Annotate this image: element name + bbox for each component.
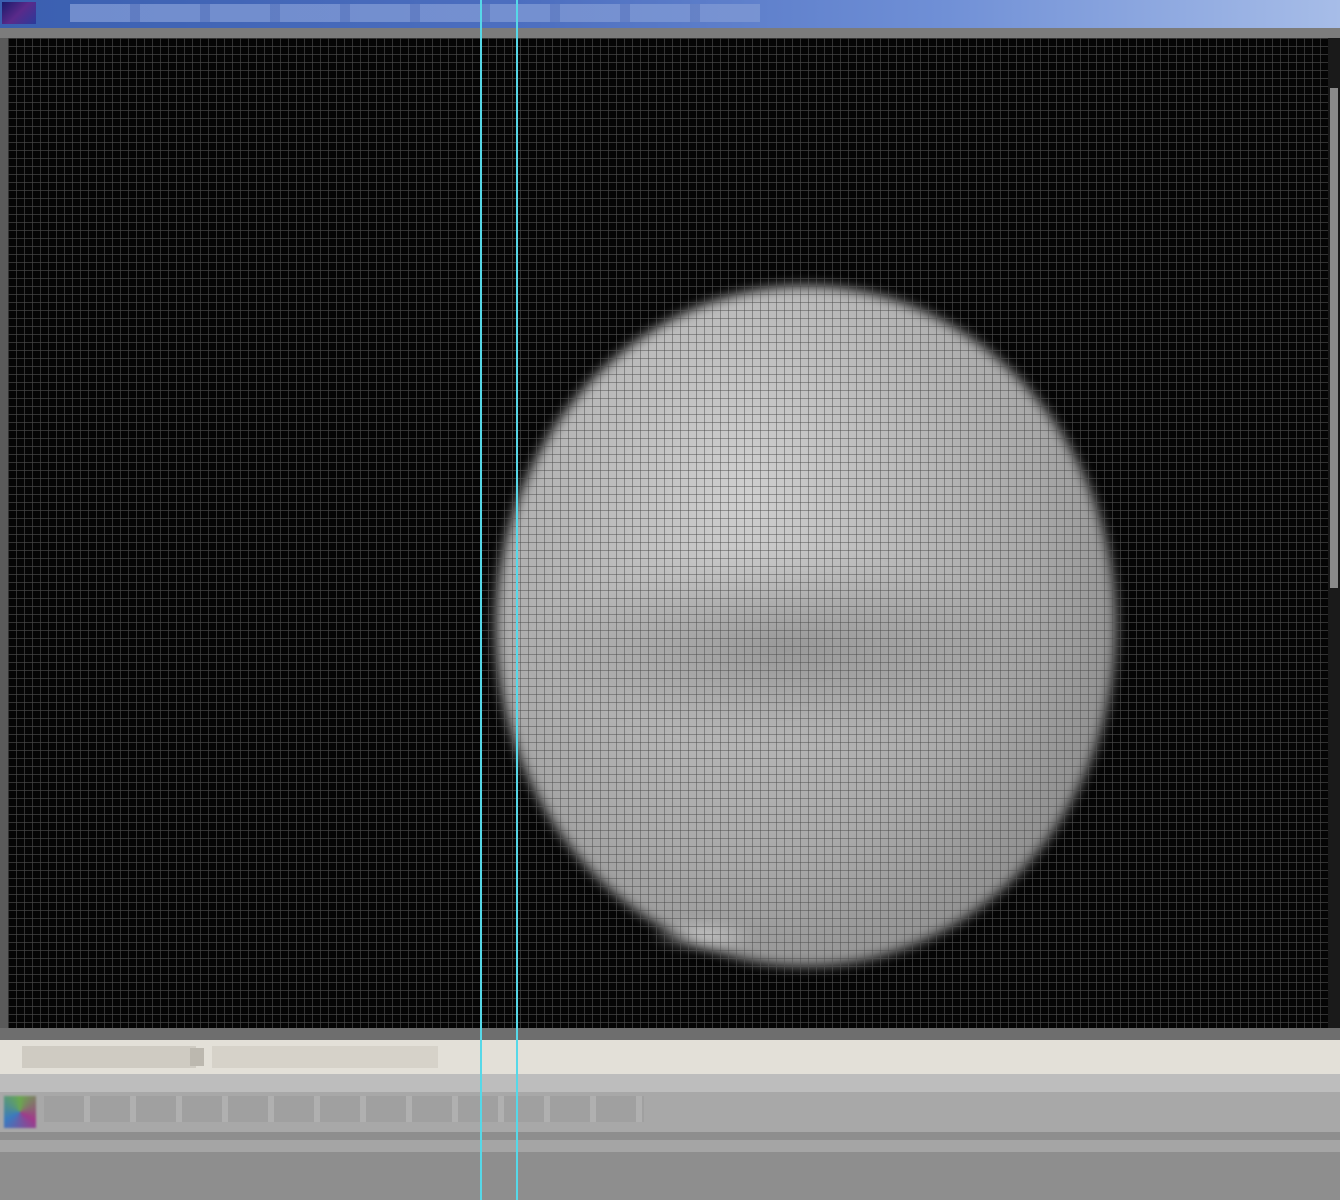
scrollbar-thumb[interactable] — [1330, 88, 1338, 588]
vertical-guide-left[interactable] — [480, 0, 482, 1200]
image-editor-window — [0, 0, 1340, 1200]
tab-2[interactable] — [108, 1046, 196, 1068]
toolbar-strip — [0, 28, 1340, 38]
message-row — [0, 1092, 1340, 1132]
left-panel-edge — [0, 38, 8, 1028]
bottom-tab-bar — [0, 1040, 1340, 1074]
app-icon[interactable] — [2, 2, 36, 24]
info-bar — [0, 1074, 1340, 1092]
window-title-text — [70, 4, 71, 5]
image-canvas[interactable] — [8, 38, 1328, 1028]
footer-band — [0, 1140, 1340, 1152]
title-bar[interactable] — [0, 0, 1340, 28]
vertical-scrollbar[interactable] — [1328, 38, 1340, 1028]
planet-limb-highlight — [648, 918, 758, 954]
vertical-guide-right[interactable] — [516, 0, 518, 1200]
window-title — [70, 4, 760, 22]
planet-surface-band — [528, 558, 1048, 738]
palette-icon[interactable] — [4, 1096, 36, 1128]
status-message — [44, 1096, 644, 1122]
status-message-text — [44, 1096, 45, 1097]
footer-panel — [0, 1132, 1340, 1200]
canvas-status-strip — [0, 1028, 1340, 1040]
tab-1[interactable] — [22, 1046, 110, 1068]
tab-3[interactable] — [212, 1046, 438, 1068]
tab-separator — [190, 1048, 204, 1066]
